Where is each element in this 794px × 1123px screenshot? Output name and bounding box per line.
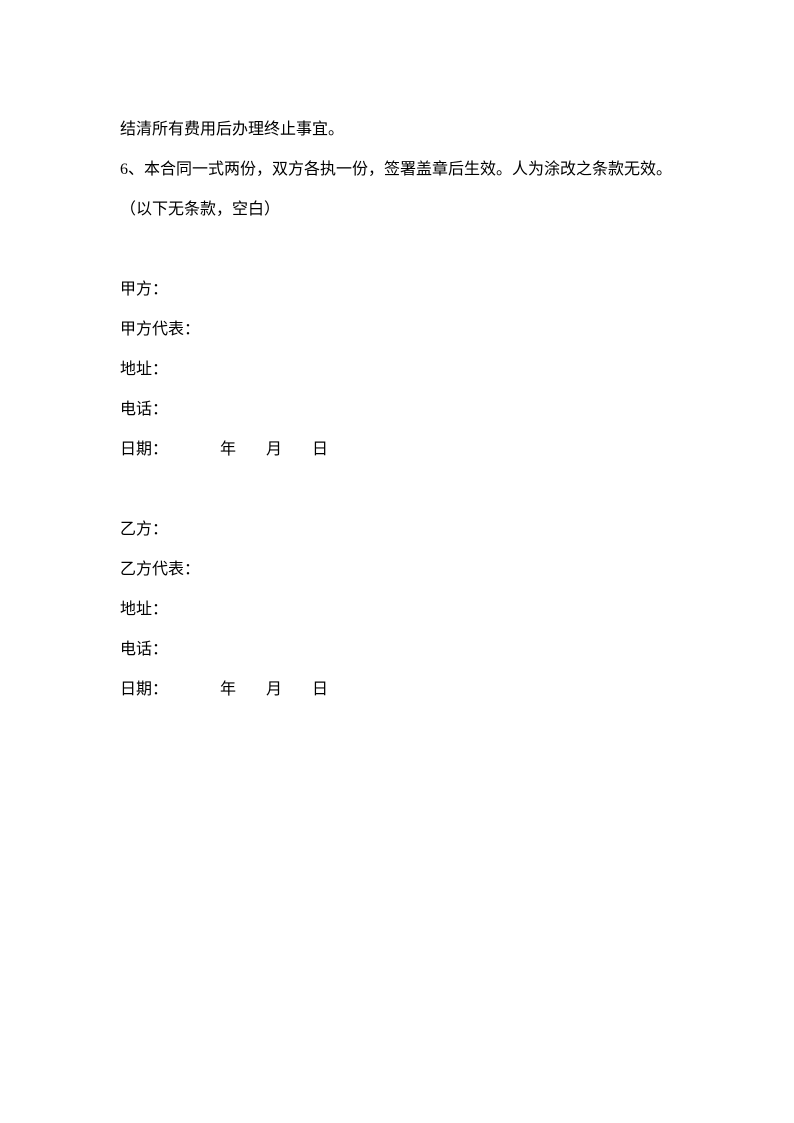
- party-a-month: 月: [266, 430, 282, 470]
- party-b-addr: 地址：: [120, 590, 674, 630]
- party-b-rep: 乙方代表：: [120, 550, 674, 590]
- party-b-date-label: 日期：: [120, 670, 168, 710]
- party-b-phone: 电话：: [120, 630, 674, 670]
- blank-spacer-2: [120, 470, 674, 510]
- paragraph-line-1: 结清所有费用后办理终止事宜。: [120, 110, 674, 150]
- party-a-date-label: 日期：: [120, 430, 168, 470]
- party-b-title: 乙方：: [120, 510, 674, 550]
- party-b-year: 年: [220, 670, 236, 710]
- party-a-phone: 电话：: [120, 390, 674, 430]
- party-b-month: 月: [266, 670, 282, 710]
- party-a-title: 甲方：: [120, 270, 674, 310]
- paragraph-line-3: （以下无条款，空白）: [120, 190, 674, 230]
- party-a-date: 日期： 年 月 日: [120, 430, 674, 470]
- party-a-addr: 地址：: [120, 350, 674, 390]
- blank-spacer: [120, 230, 674, 270]
- party-a-rep: 甲方代表：: [120, 310, 674, 350]
- party-b-date: 日期： 年 月 日: [120, 670, 674, 710]
- party-a-year: 年: [220, 430, 236, 470]
- party-b-day: 日: [312, 670, 328, 710]
- party-a-day: 日: [312, 430, 328, 470]
- paragraph-line-2: 6、本合同一式两份，双方各执一份，签署盖章后生效。人为涂改之条款无效。: [120, 150, 674, 190]
